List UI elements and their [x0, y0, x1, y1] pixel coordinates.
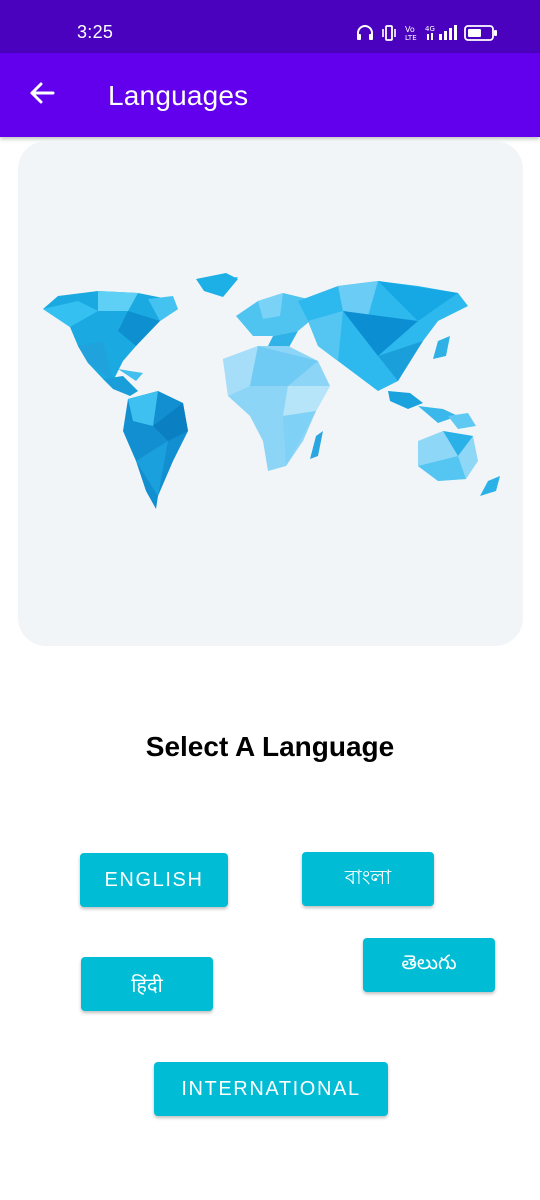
status-bar: 3:25 Vo LTE 4G [0, 0, 540, 53]
select-language-heading: Select A Language [145, 731, 395, 762]
svg-text:4G: 4G [425, 25, 435, 33]
headphones-icon [356, 24, 374, 42]
international-button[interactable]: INTERNATIONAL [154, 1062, 388, 1116]
status-time: 3:25 [77, 22, 114, 42]
telugu-button[interactable]: తెలుగు [363, 938, 495, 992]
bangla-button[interactable]: বাংলা [302, 852, 434, 906]
north-america-shape [43, 277, 238, 381]
status-icons: Vo LTE 4G [356, 22, 498, 44]
australia-shape [418, 431, 478, 481]
app-bar: Languages [0, 53, 540, 137]
hindi-button[interactable]: हिंदी [81, 957, 213, 1011]
arrow-back-icon [29, 82, 55, 109]
battery-icon [464, 24, 498, 42]
volte-icon: Vo LTE [404, 24, 418, 42]
world-map-image [18, 141, 523, 646]
svg-text:LTE: LTE [405, 34, 417, 42]
south-america-shape [123, 391, 188, 509]
back-button[interactable] [22, 75, 62, 115]
svg-text:Vo: Vo [405, 25, 415, 34]
english-button[interactable]: ENGLISH [80, 853, 228, 907]
vibrate-icon [381, 24, 397, 42]
4g-signal-icon: 4G [425, 24, 457, 42]
page-title: Languages [108, 80, 249, 111]
africa-shape [223, 346, 330, 471]
